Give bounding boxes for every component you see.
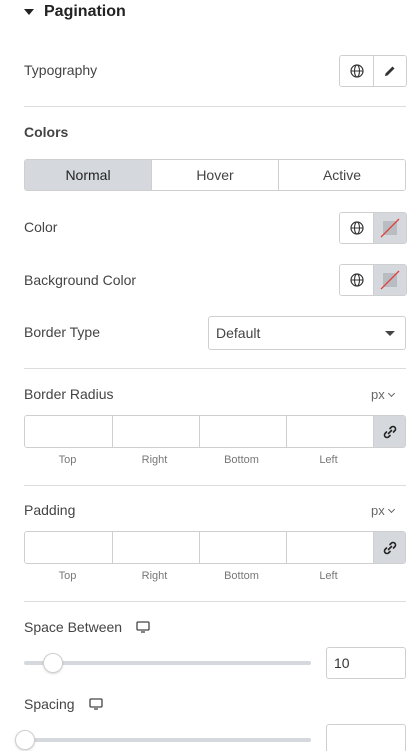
chevron-down-icon — [387, 505, 395, 513]
space-between-slider-track[interactable] — [24, 661, 311, 665]
field-label-bottom: Bottom — [224, 454, 259, 466]
border-type-value: Default — [216, 325, 261, 341]
color-swatch-button[interactable] — [373, 213, 406, 243]
spacing-input[interactable] — [326, 724, 406, 751]
border-radius-right-input[interactable] — [112, 416, 199, 447]
caret-down-icon — [24, 9, 34, 15]
field-label-left: Left — [319, 570, 338, 582]
dropdown-arrow-icon — [385, 330, 395, 336]
field-label-top: Top — [58, 570, 77, 582]
padding-label: Padding — [24, 502, 76, 518]
tab-normal[interactable]: Normal — [25, 160, 151, 190]
space-between-row: Space Between — [24, 619, 150, 635]
padding-left-input[interactable] — [286, 532, 373, 563]
link-icon — [383, 425, 396, 438]
border-radius-inputs — [24, 415, 406, 448]
border-radius-bottom-input[interactable] — [199, 416, 286, 447]
field-label-left: Left — [319, 454, 338, 466]
background-color-swatch-button[interactable] — [373, 265, 406, 295]
tab-hover[interactable]: Hover — [151, 160, 278, 190]
background-color-controls — [339, 264, 407, 296]
desktop-icon[interactable] — [88, 698, 103, 710]
desktop-icon[interactable] — [136, 621, 150, 633]
spacing-label: Spacing — [24, 696, 75, 712]
border-radius-field-labels: Top Right Bottom Left — [24, 454, 372, 466]
divider — [24, 601, 406, 602]
field-label-bottom: Bottom — [224, 570, 259, 582]
colors-heading: Colors — [24, 124, 69, 140]
globe-icon — [349, 273, 364, 287]
padding-top-input[interactable] — [25, 532, 112, 563]
globe-button[interactable] — [340, 265, 373, 295]
border-type-select[interactable]: Default — [208, 316, 406, 350]
color-controls — [339, 212, 407, 244]
unit-label: px — [371, 387, 385, 402]
padding-right-input[interactable] — [112, 532, 199, 563]
globe-icon — [349, 64, 364, 78]
link-values-button[interactable] — [373, 416, 405, 447]
border-radius-left-input[interactable] — [286, 416, 373, 447]
space-between-slider-thumb[interactable] — [43, 653, 63, 673]
color-label: Color — [24, 219, 58, 235]
padding-bottom-input[interactable] — [199, 532, 286, 563]
divider — [24, 485, 406, 486]
globe-button[interactable] — [340, 213, 373, 243]
chevron-down-icon — [387, 389, 395, 397]
empty-color-swatch-icon — [380, 270, 400, 290]
space-between-label: Space Between — [24, 619, 123, 635]
field-label-right: Right — [141, 454, 168, 466]
edit-button[interactable] — [373, 56, 406, 86]
globe-button[interactable] — [340, 56, 373, 86]
link-values-button[interactable] — [373, 532, 405, 563]
globe-icon — [349, 221, 364, 235]
spacing-slider-thumb[interactable] — [15, 730, 35, 750]
section-header[interactable]: Pagination — [24, 0, 126, 24]
padding-field-labels: Top Right Bottom Left — [24, 570, 372, 582]
divider — [24, 106, 406, 107]
typography-label: Typography — [24, 62, 98, 78]
section-title: Pagination — [44, 3, 126, 20]
tab-active[interactable]: Active — [278, 160, 405, 190]
border-radius-top-input[interactable] — [25, 416, 112, 447]
state-tabs: Normal Hover Active — [24, 159, 406, 191]
unit-label: px — [371, 503, 385, 518]
field-label-right: Right — [141, 570, 168, 582]
link-icon — [383, 541, 396, 554]
typography-controls — [339, 55, 407, 87]
border-radius-label: Border Radius — [24, 386, 114, 402]
border-radius-unit-select[interactable]: px — [371, 387, 395, 402]
spacing-slider-track[interactable] — [24, 738, 311, 742]
background-color-label: Background Color — [24, 272, 137, 288]
border-type-label: Border Type — [24, 324, 101, 340]
padding-inputs — [24, 531, 406, 564]
space-between-input[interactable]: 10 — [326, 647, 406, 679]
field-label-top: Top — [58, 454, 77, 466]
empty-color-swatch-icon — [380, 218, 400, 238]
pencil-icon — [385, 66, 395, 76]
divider — [24, 368, 406, 369]
padding-unit-select[interactable]: px — [371, 503, 395, 518]
spacing-row: Spacing — [24, 696, 103, 712]
